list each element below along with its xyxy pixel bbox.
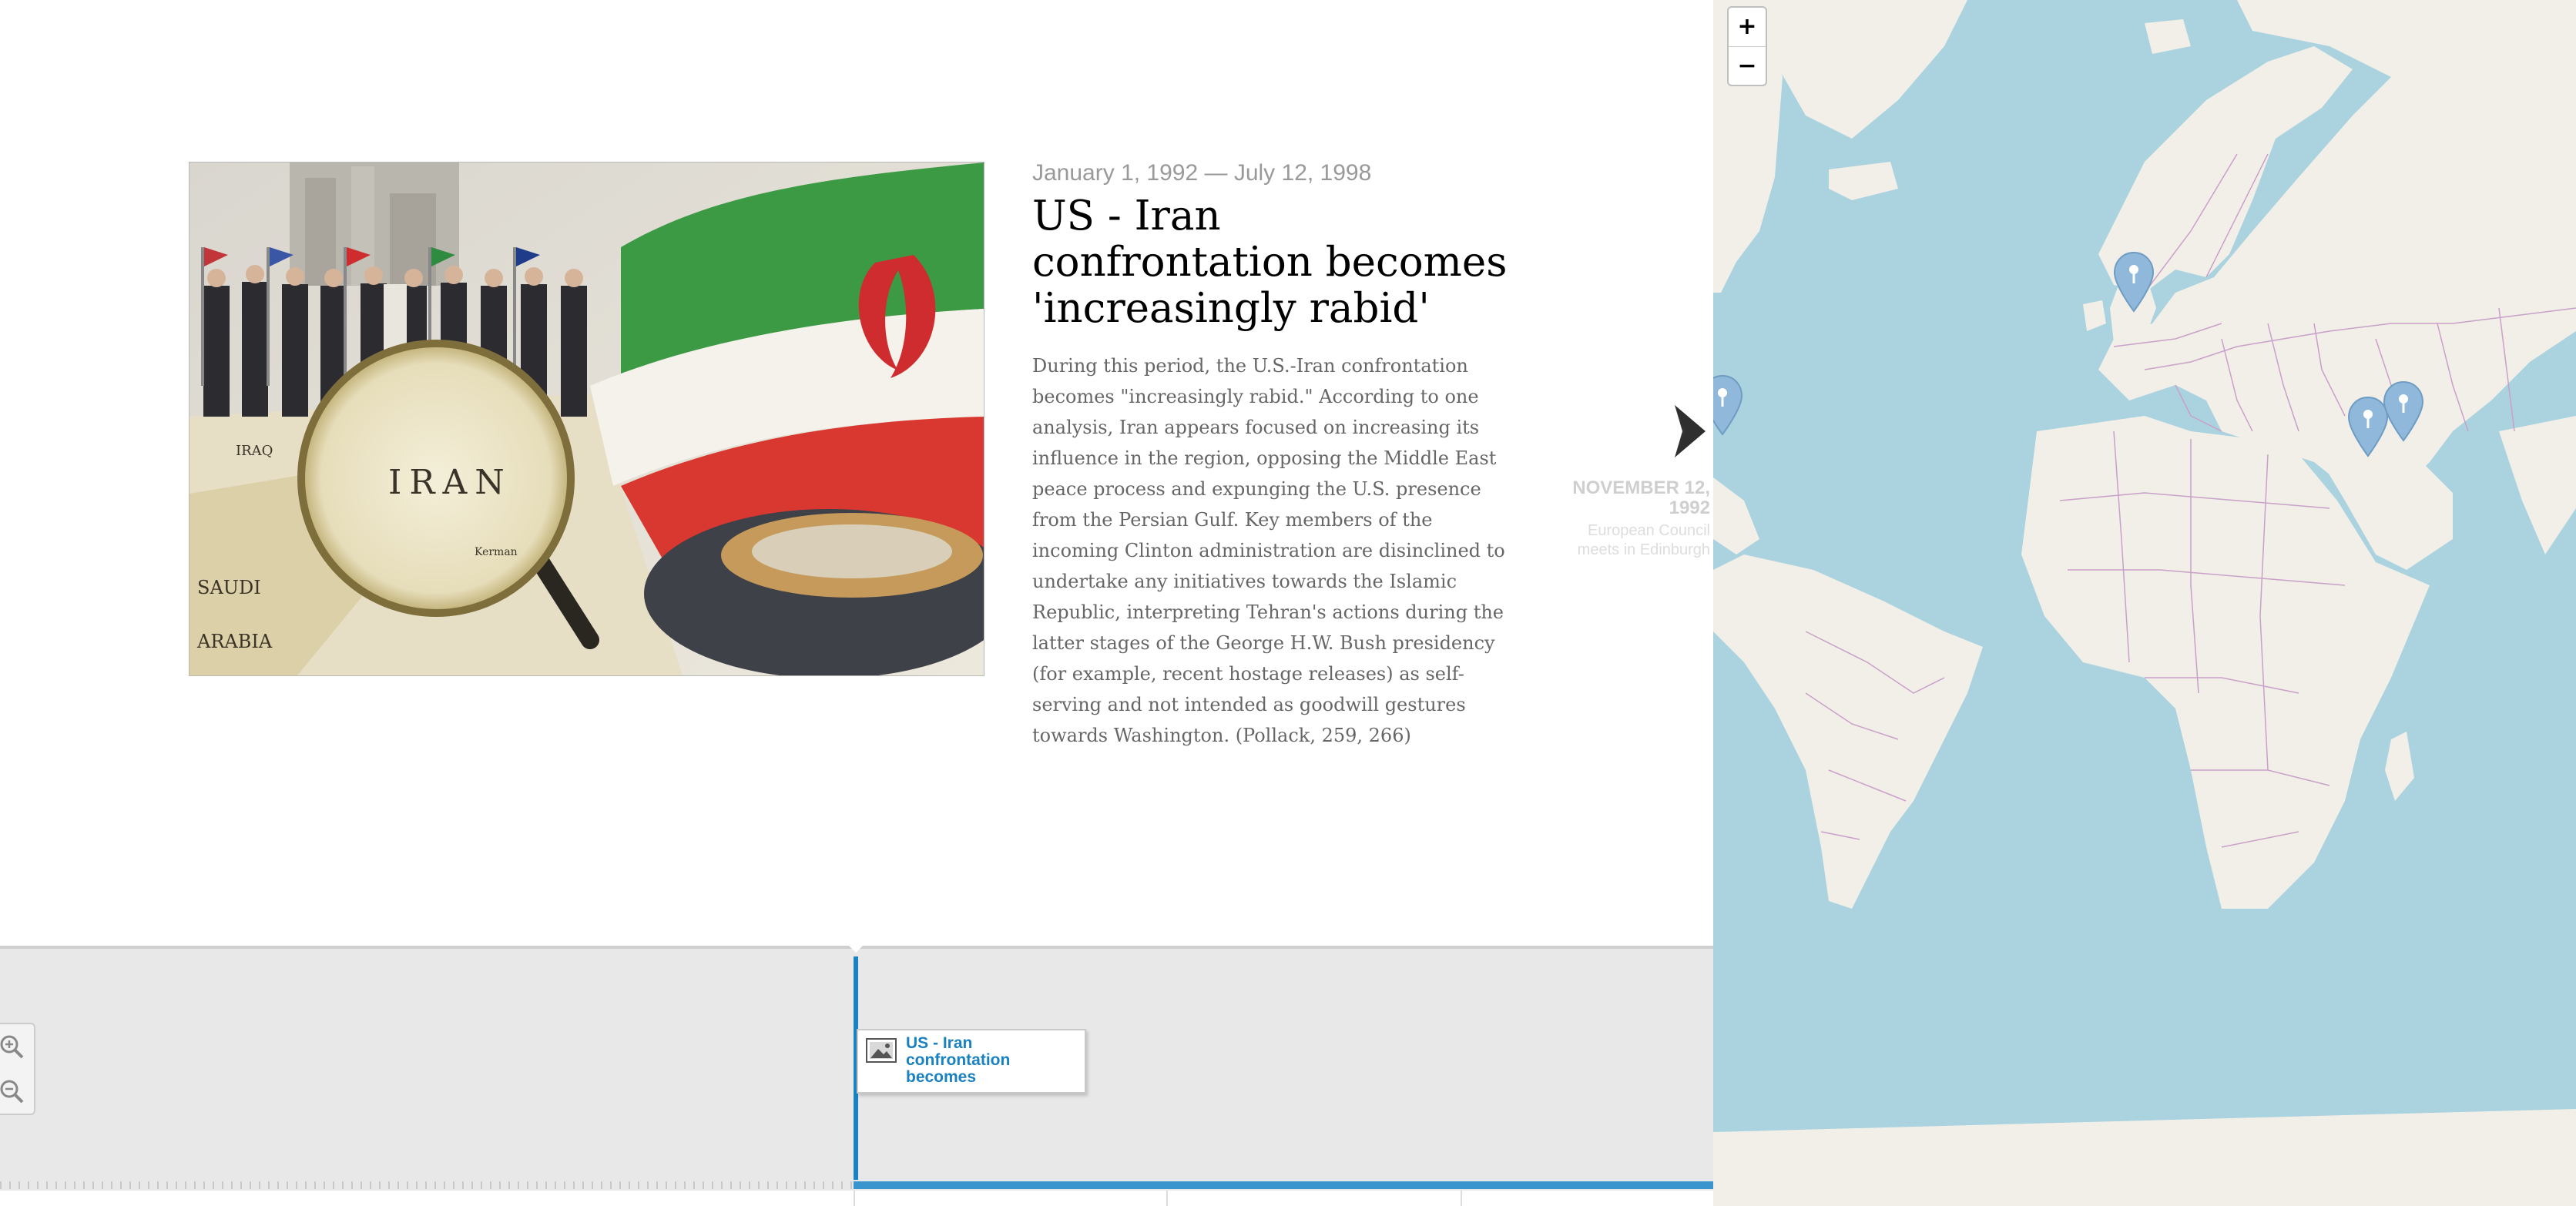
map-zoom-control: + − [1727,6,1767,86]
next-slide-title[interactable]: European Council meets in Edinburgh [1548,521,1710,560]
timeline-pointer [846,943,866,953]
map[interactable]: + − [1713,0,2576,1206]
image-icon [866,1038,897,1063]
map-pin-icon[interactable] [2382,380,2425,442]
map-zoom-in-button[interactable]: + [1729,8,1766,47]
chevron-right-icon[interactable] [1672,402,1709,461]
timeline[interactable]: US - Iran confrontation becomes [0,946,1713,1206]
slide-dates: January 1, 1992 — July 12, 1998 [1032,160,1372,186]
image-map-label: IRAN [388,463,512,502]
image-map-place: SAUDI [197,577,261,598]
next-slide-date[interactable]: NOVEMBER 12, 1992 [1548,478,1710,518]
image-map-place: IRAQ [236,443,273,459]
timeline-zoom-controls [0,1023,35,1115]
timeline-marker-flag[interactable]: US - Iran confrontation becomes [857,1029,1086,1094]
map-zoom-out-button[interactable]: − [1729,47,1766,85]
slide-headline: US - Iran confrontation becomes 'increas… [1032,193,1508,332]
map-tiles[interactable] [1713,0,2576,1206]
slide-image: IRAN SAUDI ARABIA IRAQ Kerman [189,162,984,676]
timeline-marker-title[interactable]: US - Iran confrontation becomes [906,1035,1075,1086]
image-map-place: Kerman [475,546,518,558]
image-map-place: ARABIA [196,631,273,652]
timeline-axis [0,1191,1713,1206]
zoom-in-icon[interactable] [0,1033,25,1060]
story-slide: IRAN SAUDI ARABIA IRAQ Kerman January 1,… [0,0,1713,946]
slide-text: January 1, 1992 — July 12, 1998 US - Ira… [1032,158,1514,751]
zoom-out-icon[interactable] [0,1078,25,1104]
map-pin-icon[interactable] [1713,374,1744,436]
timeline-era-bar [854,1181,1713,1189]
slide-body: During this period, the U.S.-Iran confro… [1032,355,1505,746]
next-slide-nav[interactable]: NOVEMBER 12, 1992 European Council meets… [1548,402,1710,560]
map-pin-icon[interactable] [2112,251,2155,313]
